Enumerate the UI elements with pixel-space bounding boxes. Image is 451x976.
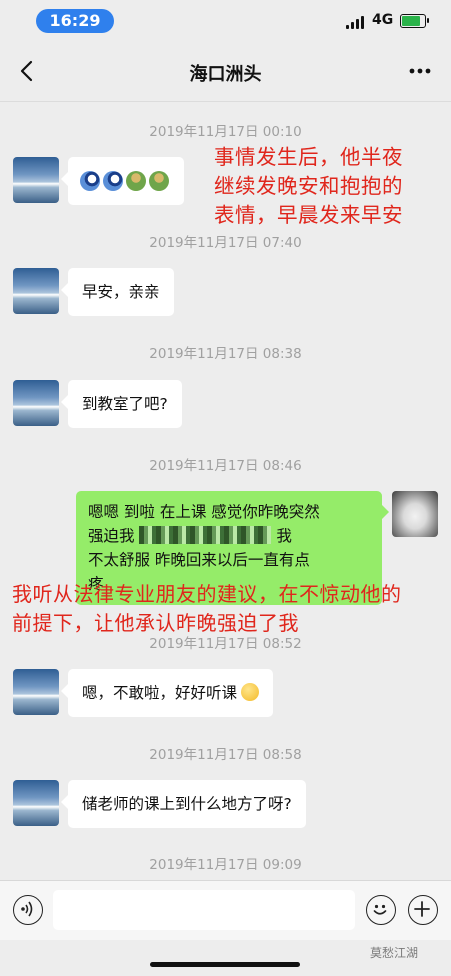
self-avatar[interactable] — [392, 491, 438, 537]
sticker-row — [80, 171, 172, 191]
contact-avatar[interactable] — [13, 380, 59, 426]
more-functions-button[interactable] — [408, 895, 438, 925]
contact-avatar[interactable] — [13, 780, 59, 826]
timestamp: 2019年11月17日 09:09 — [149, 857, 302, 873]
more-dots-icon — [409, 68, 431, 74]
status-time: 16:29 — [36, 9, 114, 33]
battery-level — [402, 16, 420, 26]
message-text: 嗯，不敢啦，好好听课 — [82, 684, 238, 702]
contact-avatar[interactable] — [13, 157, 59, 203]
message-input[interactable] — [53, 890, 355, 930]
annotation-note: 我听从法律专业朋友的建议，在不惊动他的 前提下，让他承认昨晚强迫了我 — [12, 580, 402, 638]
voice-button[interactable] — [13, 895, 43, 925]
smile-emoji-icon — [241, 683, 260, 701]
message-bubble-incoming[interactable]: 储老师的课上到什么地方了呀? — [61, 780, 306, 828]
chat-header: 海口洲头 — [0, 40, 451, 102]
emoji-button[interactable] — [366, 895, 396, 925]
blurred-text — [139, 526, 272, 544]
hug-sticker-icon — [126, 171, 146, 191]
hug-sticker-icon — [149, 171, 169, 191]
cellular-signal-icon — [346, 15, 366, 29]
message-text: 强迫我 — [88, 527, 140, 545]
message-line: 嗯嗯 到啦 在上课 感觉你昨晚突然 — [88, 503, 320, 521]
contact-avatar[interactable] — [13, 669, 59, 715]
timestamp: 2019年11月17日 07:40 — [149, 235, 302, 251]
message-line: 不太舒服 昨晚回来以后一直有点 — [88, 551, 310, 569]
message-line: 强迫我 我 — [88, 524, 370, 548]
battery-icon — [400, 14, 429, 28]
input-bar — [0, 880, 451, 940]
annotation-note: 事情发生后，他半夜 继续发晚安和抱抱的 表情，早晨发来早安 — [214, 143, 403, 230]
message-bubble-incoming[interactable]: 早安，亲亲 — [61, 268, 174, 316]
message-text: 我 — [271, 527, 292, 545]
sticker-message[interactable] — [61, 157, 184, 205]
chat-title: 海口洲头 — [189, 64, 262, 85]
annotation-line: 前提下，让他承认昨晚强迫了我 — [12, 611, 299, 635]
message-bubble-incoming[interactable]: 嗯，不敢啦，好好听课 — [60, 669, 274, 717]
timestamp: 2019年11月17日 08:58 — [149, 747, 302, 763]
timestamp: 2019年11月17日 08:46 — [149, 458, 302, 474]
network-type: 4G — [372, 12, 394, 28]
timestamp: 2019年11月17日 00:10 — [149, 124, 302, 140]
moon-sticker-icon — [80, 171, 100, 191]
plus-icon — [414, 901, 430, 917]
timestamp: 2019年11月17日 08:38 — [149, 346, 302, 362]
annotation-line: 我听从法律专业朋友的建议，在不惊动他的 — [12, 582, 402, 606]
message-bubble-incoming[interactable]: 到教室了吧? — [61, 380, 182, 428]
annotation-line: 事情发生后，他半夜 — [214, 145, 403, 169]
moon-sticker-icon — [103, 171, 123, 191]
annotation-line: 表情，早晨发来早安 — [214, 203, 403, 227]
contact-avatar[interactable] — [13, 268, 59, 314]
voice-icon — [21, 901, 33, 917]
more-button[interactable] — [404, 57, 436, 85]
annotation-line: 继续发晚安和抱抱的 — [214, 174, 403, 198]
status-bar: 16:29 4G — [0, 0, 451, 40]
emoji-icon — [373, 904, 387, 915]
watermark: 莫愁江湖 — [370, 946, 419, 960]
home-indicator — [150, 962, 300, 967]
